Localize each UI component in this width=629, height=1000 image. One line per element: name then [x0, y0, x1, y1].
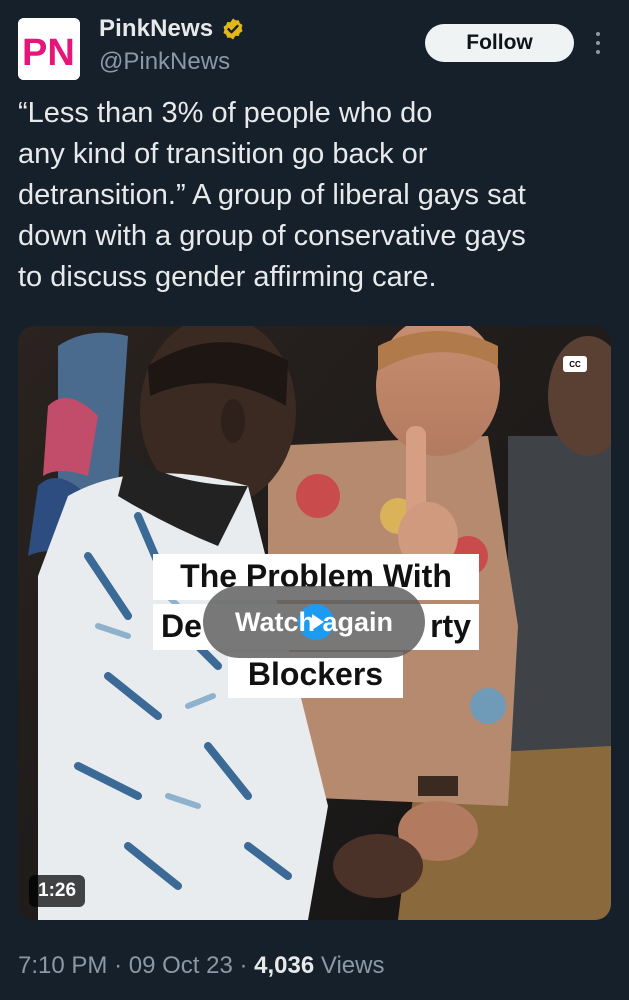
caption-line-2-left: De: [161, 608, 202, 644]
tweet-meta: 7:10 PM · 09 Oct 23 · 4,036 Views: [18, 952, 384, 980]
display-name[interactable]: PinkNews: [99, 15, 213, 43]
verified-badge-icon: [223, 18, 243, 40]
more-options-icon[interactable]: [588, 24, 608, 62]
tweet-card: PN PinkNews @PinkNews Follow “Less than …: [0, 0, 629, 1000]
separator: ·: [239, 952, 248, 979]
tweet-date[interactable]: 09 Oct 23: [129, 952, 233, 979]
pinknews-logo: PN: [18, 18, 80, 80]
tweet-text: “Less than 3% of people who do any kind …: [18, 97, 526, 293]
views-label: Views: [320, 952, 385, 979]
separator: ·: [114, 952, 123, 979]
logo-letter-p: PN: [22, 32, 75, 74]
tweet-time[interactable]: 7:10 PM: [18, 952, 107, 979]
name-row: PinkNews: [99, 15, 245, 43]
avatar[interactable]: PN: [18, 18, 80, 80]
video-duration: 1:26: [29, 875, 86, 907]
dot: [596, 32, 600, 36]
views-count: 4,036: [254, 952, 315, 979]
dot: [596, 50, 600, 54]
closed-captions-icon[interactable]: CC: [563, 356, 587, 372]
watch-again-button[interactable]: Watch again: [203, 586, 425, 658]
watch-again-label: Watch again: [234, 606, 394, 637]
caption-line-3: Blockers: [228, 652, 403, 698]
video-player[interactable]: CC The Problem With De rty Blockers Watc…: [18, 326, 611, 920]
handle[interactable]: @PinkNews: [99, 48, 230, 76]
follow-button[interactable]: Follow: [425, 24, 574, 62]
dot: [596, 41, 600, 45]
caption-line-2-right: rty: [430, 608, 471, 644]
